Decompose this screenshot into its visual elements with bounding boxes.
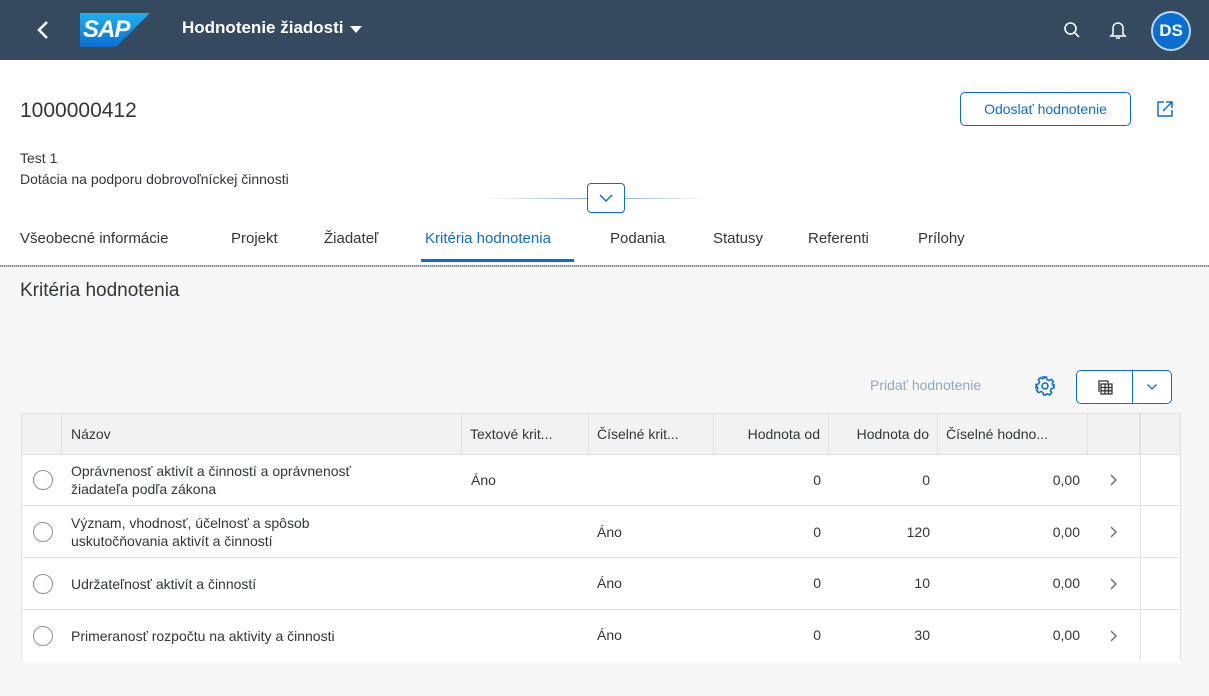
app-title-menu[interactable]: Hodnotenie žiadosti	[182, 18, 362, 38]
back-chevron-icon	[37, 21, 48, 39]
row-hodnota-od: 0	[813, 472, 821, 488]
row-name-line1: Primeranosť rozpočtu na aktivity a činno…	[71, 628, 335, 644]
row-hodnota-do: 10	[914, 575, 930, 591]
avatar[interactable]: DS	[1151, 11, 1191, 51]
subtitle-line1: Test 1	[20, 150, 58, 166]
column-header-ciselne-hodnotenie[interactable]: Číselné hodno...	[938, 414, 1088, 454]
share-button[interactable]	[1150, 94, 1180, 124]
row-name-line1: Oprávnenosť aktivít a činností a oprávne…	[71, 463, 351, 479]
row-hodnota-do: 0	[922, 472, 930, 488]
chevron-right-icon[interactable]	[1107, 575, 1121, 593]
settings-button[interactable]	[1032, 373, 1058, 399]
row-ciselne: Áno	[597, 524, 622, 540]
table-row[interactable]: Oprávnenosť aktivít a činností a oprávne…	[22, 455, 1180, 506]
collapse-header-button[interactable]	[587, 183, 625, 213]
row-name-line2: žiadateľa podľa zákona	[71, 481, 217, 497]
chevron-down-icon	[1147, 384, 1157, 390]
row-name-line1: Význam, vhodnosť, účelnosť a spôsob	[71, 515, 310, 531]
caret-down-icon	[349, 25, 362, 33]
row-name: Význam, vhodnosť, účelnosť a spôsob usku…	[71, 514, 451, 550]
divider-right	[625, 198, 705, 199]
tab-vseobecne-informacie[interactable]: Všeobecné informácie	[20, 230, 168, 247]
add-evaluation-button[interactable]: Pridať hodnotenie	[870, 377, 981, 393]
row-select-radio[interactable]	[33, 522, 53, 542]
divider-left	[480, 198, 587, 199]
table-header: Názov Textové krit... Číselné krit... Ho…	[22, 414, 1180, 455]
tab-kriteria-hodnotenia[interactable]: Kritéria hodnotenia	[425, 230, 551, 247]
row-ciselne-hodnotenie: 0,00	[1052, 575, 1080, 591]
row-name-line2: uskutočňovania aktivít a činností	[71, 533, 273, 549]
table-row[interactable]: Udržateľnosť aktivít a činností Áno 0 10…	[22, 559, 1180, 610]
row-ciselne: Áno	[597, 575, 622, 591]
export-button[interactable]	[1077, 371, 1133, 403]
app-title: Hodnotenie žiadosti	[182, 18, 344, 37]
section-title: Kritéria hodnotenia	[20, 280, 180, 301]
row-ciselne-hodnotenie: 0,00	[1052, 627, 1080, 643]
chevron-right-icon[interactable]	[1107, 627, 1121, 645]
row-ciselne: Áno	[597, 627, 622, 643]
row-name: Primeranosť rozpočtu na aktivity a činno…	[71, 627, 451, 645]
tab-statusy[interactable]: Statusy	[713, 230, 763, 247]
header-nav-column	[1088, 414, 1140, 454]
object-title: 1000000412	[20, 99, 137, 122]
filler-column	[1140, 414, 1180, 660]
column-header-hodnota-od[interactable]: Hodnota od	[714, 414, 829, 454]
tab-bar: Všeobecné informácie Projekt Žiadateľ Kr…	[0, 222, 1209, 264]
chevron-right-icon[interactable]	[1107, 471, 1121, 489]
column-header-textove[interactable]: Textové krit...	[462, 414, 589, 454]
row-name: Udržateľnosť aktivít a činností	[71, 575, 451, 593]
header-select-column	[22, 414, 62, 454]
search-icon	[1064, 22, 1080, 38]
row-hodnota-do: 30	[914, 627, 930, 643]
row-select-radio[interactable]	[33, 574, 53, 594]
row-hodnota-od: 0	[813, 524, 821, 540]
row-select-radio[interactable]	[33, 470, 53, 490]
row-name-line1: Udržateľnosť aktivít a činností	[71, 576, 257, 592]
row-hodnota-do: 120	[906, 524, 930, 540]
send-evaluation-button[interactable]: Odoslať hodnotenie	[960, 92, 1131, 126]
chevron-down-icon	[599, 194, 613, 203]
chevron-right-icon[interactable]	[1107, 523, 1121, 541]
column-header-nazov[interactable]: Názov	[62, 414, 462, 454]
avatar-initials: DS	[1159, 21, 1183, 40]
export-split-button	[1076, 370, 1172, 404]
row-select-radio[interactable]	[33, 626, 53, 646]
back-button[interactable]	[26, 12, 60, 48]
tab-ziadatel[interactable]: Žiadateľ	[324, 230, 378, 247]
criteria-table: Názov Textové krit... Číselné krit... Ho…	[21, 413, 1181, 662]
notifications-button[interactable]	[1102, 14, 1134, 46]
shell-bar: SAP Hodnotenie žiadosti DS	[0, 0, 1209, 60]
tab-prilohy[interactable]: Prílohy	[918, 230, 965, 247]
bell-icon	[1109, 22, 1127, 39]
row-hodnota-od: 0	[813, 575, 821, 591]
tab-referenti[interactable]: Referenti	[808, 230, 869, 247]
search-button[interactable]	[1056, 14, 1088, 46]
export-menu-button[interactable]	[1133, 371, 1171, 403]
row-name: Oprávnenosť aktivít a činností a oprávne…	[71, 462, 451, 498]
row-hodnota-od: 0	[813, 627, 821, 643]
gear-icon	[1035, 376, 1055, 396]
spreadsheet-export-icon	[1097, 380, 1113, 395]
table-row[interactable]: Primeranosť rozpočtu na aktivity a činno…	[22, 611, 1180, 662]
sap-logo-text: SAP	[83, 16, 130, 43]
row-textove: Áno	[471, 472, 496, 488]
tab-projekt[interactable]: Projekt	[231, 230, 278, 247]
row-ciselne-hodnotenie: 0,00	[1052, 524, 1080, 540]
row-ciselne-hodnotenie: 0,00	[1052, 472, 1080, 488]
subtitle-line2: Dotácia na podporu dobrovoľníckej činnos…	[20, 171, 289, 187]
table-row[interactable]: Význam, vhodnosť, účelnosť a spôsob usku…	[22, 507, 1180, 558]
active-tab-indicator	[421, 259, 574, 262]
tab-podania[interactable]: Podania	[610, 230, 665, 247]
column-header-ciselne[interactable]: Číselné krit...	[589, 414, 714, 454]
column-header-hodnota-do[interactable]: Hodnota do	[829, 414, 938, 454]
sap-logo: SAP	[80, 13, 150, 47]
share-icon	[1157, 101, 1173, 117]
